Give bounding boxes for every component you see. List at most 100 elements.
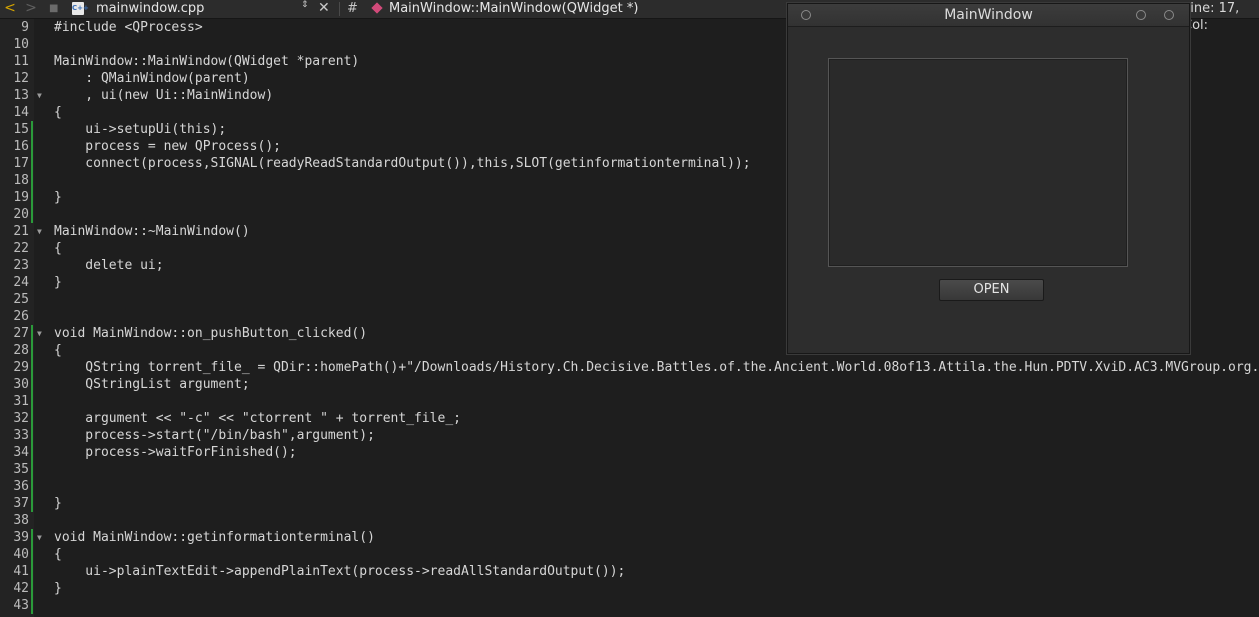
line-number: 22 xyxy=(13,241,29,256)
fold-arrow-icon[interactable]: ▼ xyxy=(37,529,45,546)
change-marker xyxy=(31,529,33,546)
close-icon[interactable]: ✕ xyxy=(318,0,330,18)
change-marker xyxy=(31,546,33,563)
change-marker xyxy=(31,495,33,512)
window-title: MainWindow xyxy=(944,7,1033,23)
code-line[interactable]: 31 xyxy=(0,393,1259,410)
maximize-icon[interactable] xyxy=(1164,10,1174,20)
window-titlebar[interactable]: MainWindow xyxy=(788,4,1189,27)
line-number: 38 xyxy=(13,513,29,528)
change-marker xyxy=(31,172,33,189)
minimize-icon[interactable] xyxy=(1136,10,1146,20)
code-line[interactable]: 29 QString torrent_file_ = QDir::homePat… xyxy=(0,359,1259,376)
code-text: QString torrent_file_ = QDir::homePath()… xyxy=(54,360,1259,375)
code-line[interactable]: 39 ▼ void MainWindow::getinformationtermin… xyxy=(0,529,1259,546)
line-number: 37 xyxy=(13,496,29,511)
fold-arrow-icon[interactable]: ▼ xyxy=(37,325,45,342)
line-number: 32 xyxy=(13,411,29,426)
change-marker xyxy=(31,155,33,172)
fold-arrow-icon[interactable]: ▼ xyxy=(37,223,45,240)
change-marker xyxy=(31,580,33,597)
line-number: 21 xyxy=(13,224,29,239)
line-number: 20 xyxy=(13,207,29,222)
code-text: ui->plainTextEdit->appendPlainText(proce… xyxy=(54,564,626,579)
code-text: } xyxy=(54,581,62,596)
code-line[interactable]: 34 process->waitForFinished(); xyxy=(0,444,1259,461)
hash-icon[interactable]: # xyxy=(347,0,358,18)
code-text: { xyxy=(54,343,62,358)
code-line[interactable]: 35 xyxy=(0,461,1259,478)
code-text: } xyxy=(54,496,62,511)
code-line[interactable]: 36 xyxy=(0,478,1259,495)
code-line[interactable]: 40 { xyxy=(0,546,1259,563)
toolbar-divider xyxy=(339,2,340,16)
cpp-file-icon: C++ xyxy=(72,2,89,15)
code-text: } xyxy=(54,190,62,205)
line-number: 41 xyxy=(13,564,29,579)
code-line[interactable]: 42} xyxy=(0,580,1259,597)
line-number: 35 xyxy=(13,462,29,477)
line-number: 26 xyxy=(13,309,29,324)
change-marker xyxy=(31,478,33,495)
code-text: } xyxy=(54,275,62,290)
code-text: process = new QProcess(); xyxy=(54,139,281,154)
code-line[interactable]: 43 xyxy=(0,597,1259,614)
open-file-name[interactable]: mainwindow.cpp xyxy=(96,0,204,18)
file-combo-arrows-icon[interactable]: ⇕ xyxy=(301,1,309,19)
line-number: 16 xyxy=(13,139,29,154)
line-number: 15 xyxy=(13,122,29,137)
line-number: 31 xyxy=(13,394,29,409)
line-number: 25 xyxy=(13,292,29,307)
code-text: argument << "-c" << "ctorrent " + torren… xyxy=(54,411,461,426)
line-number: 12 xyxy=(13,71,29,86)
code-text: { xyxy=(54,105,62,120)
change-marker xyxy=(31,563,33,580)
chevron-left-icon[interactable]: < xyxy=(3,0,17,18)
code-text: process->waitForFinished(); xyxy=(54,445,297,460)
change-marker xyxy=(31,206,33,223)
change-marker xyxy=(31,376,33,393)
line-number: 24 xyxy=(13,275,29,290)
plain-text-edit[interactable] xyxy=(828,58,1128,267)
code-line[interactable]: 33 process->start("/bin/bash",argument); xyxy=(0,427,1259,444)
line-number: 34 xyxy=(13,445,29,460)
line-number: 36 xyxy=(13,479,29,494)
code-text: { xyxy=(54,547,62,562)
line-number: 14 xyxy=(13,105,29,120)
code-text: MainWindow::MainWindow(QWidget *parent) xyxy=(54,54,360,69)
change-marker xyxy=(31,189,33,206)
code-text: void MainWindow::getinformationterminal(… xyxy=(54,530,375,545)
change-marker xyxy=(31,597,33,614)
line-number: 39 xyxy=(13,530,29,545)
qt-main-window: MainWindow OPEN xyxy=(787,3,1190,354)
code-line[interactable]: 30 QStringList argument; xyxy=(0,376,1259,393)
fold-arrow-icon[interactable]: ▼ xyxy=(37,87,45,104)
code-line[interactable]: 38 xyxy=(0,512,1259,529)
code-text: : QMainWindow(parent) xyxy=(54,71,250,86)
code-text: delete ui; xyxy=(54,258,164,273)
line-number: 33 xyxy=(13,428,29,443)
change-marker xyxy=(31,342,33,359)
change-marker xyxy=(31,410,33,427)
code-text: { xyxy=(54,241,62,256)
change-marker xyxy=(31,461,33,478)
line-number: 11 xyxy=(13,54,29,69)
change-marker xyxy=(31,427,33,444)
change-marker xyxy=(31,138,33,155)
code-line[interactable]: 41 ui->plainTextEdit->appendPlainText(pr… xyxy=(0,563,1259,580)
code-text: , ui(new Ui::MainWindow) xyxy=(54,88,274,103)
chevron-right-icon[interactable]: > xyxy=(24,0,38,18)
code-line[interactable]: 37} xyxy=(0,495,1259,512)
cursor-position[interactable]: Line: 17, Col: xyxy=(1183,0,1259,33)
code-text: connect(process,SIGNAL(readyReadStandard… xyxy=(54,156,751,171)
line-number: 13 xyxy=(13,88,29,103)
current-symbol[interactable]: MainWindow::MainWindow(QWidget *) xyxy=(389,0,638,18)
code-text: MainWindow::~MainWindow() xyxy=(54,224,250,239)
line-number: 43 xyxy=(13,598,29,613)
line-number: 9 xyxy=(21,20,29,35)
open-button[interactable]: OPEN xyxy=(939,279,1044,301)
code-line[interactable]: 32 argument << "-c" << "ctorrent " + tor… xyxy=(0,410,1259,427)
lock-icon: ■ xyxy=(49,3,59,14)
line-number: 23 xyxy=(13,258,29,273)
code-text: QStringList argument; xyxy=(54,377,250,392)
